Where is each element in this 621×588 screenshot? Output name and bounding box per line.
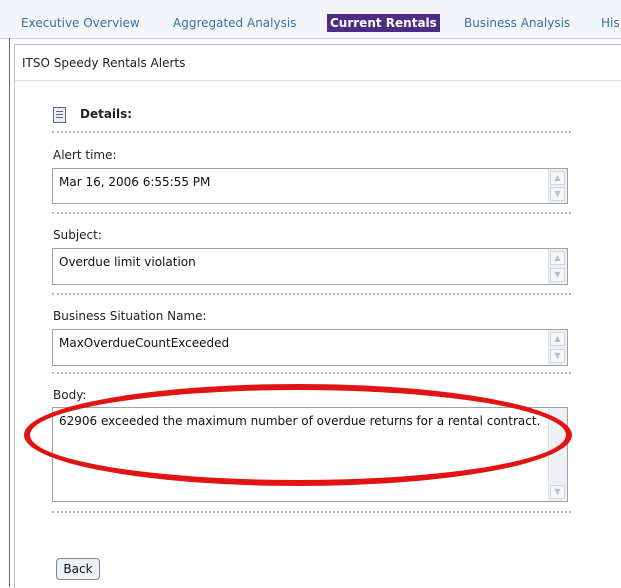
tab-current-rentals[interactable]: Current Rentals (327, 14, 440, 32)
section-divider (52, 212, 571, 214)
scroll-down-icon[interactable]: ▼ (550, 349, 565, 363)
business-situation-scrollbar[interactable]: ▲ ▼ (548, 330, 567, 365)
alert-time-scrollbar[interactable]: ▲ ▼ (548, 169, 567, 203)
alert-time-label: Alert time: (53, 148, 117, 162)
business-situation-value: MaxOverdueCountExceeded (59, 336, 230, 350)
scroll-up-icon[interactable]: ▲ (550, 251, 565, 265)
subject-scrollbar[interactable]: ▲ ▼ (548, 249, 567, 284)
portlet-title-divider (15, 80, 621, 81)
subject-value: Overdue limit violation (59, 255, 196, 269)
alert-time-field[interactable]: Mar 16, 2006 6:55:55 PM ▲ ▼ (52, 168, 568, 204)
section-divider (52, 131, 571, 133)
tab-bar: Executive Overview Aggregated Analysis C… (0, 0, 621, 39)
tab-executive-overview[interactable]: Executive Overview (18, 14, 143, 32)
details-heading: Details: (80, 107, 133, 121)
subject-label: Subject: (53, 228, 102, 242)
alert-time-value: Mar 16, 2006 6:55:55 PM (59, 175, 211, 189)
frame-border (9, 38, 10, 587)
body-label: Body: (53, 388, 87, 402)
section-divider (52, 293, 571, 295)
tab-aggregated-analysis[interactable]: Aggregated Analysis (170, 14, 299, 32)
scroll-up-icon[interactable]: ▲ (550, 332, 565, 346)
body-value: 62906 exceeded the maximum number of ove… (59, 414, 541, 428)
scroll-up-icon[interactable]: ▲ (550, 171, 565, 185)
body-field[interactable]: 62906 exceeded the maximum number of ove… (52, 407, 568, 502)
subject-field[interactable]: Overdue limit violation ▲ ▼ (52, 248, 568, 285)
business-situation-field[interactable]: MaxOverdueCountExceeded ▲ ▼ (52, 329, 568, 366)
back-button[interactable]: Back (56, 558, 100, 580)
tab-history[interactable]: His (598, 14, 621, 32)
section-divider (52, 511, 571, 513)
document-list-icon (53, 107, 66, 123)
scroll-down-icon[interactable]: ▼ (550, 485, 565, 499)
body-scrollbar[interactable]: ▼ (548, 408, 567, 501)
portlet-title: ITSO Speedy Rentals Alerts (22, 56, 186, 70)
scroll-down-icon[interactable]: ▼ (550, 268, 565, 282)
section-divider (52, 372, 571, 374)
business-situation-label: Business Situation Name: (53, 309, 207, 323)
tab-business-analysis[interactable]: Business Analysis (461, 14, 573, 32)
scroll-down-icon[interactable]: ▼ (550, 187, 565, 201)
